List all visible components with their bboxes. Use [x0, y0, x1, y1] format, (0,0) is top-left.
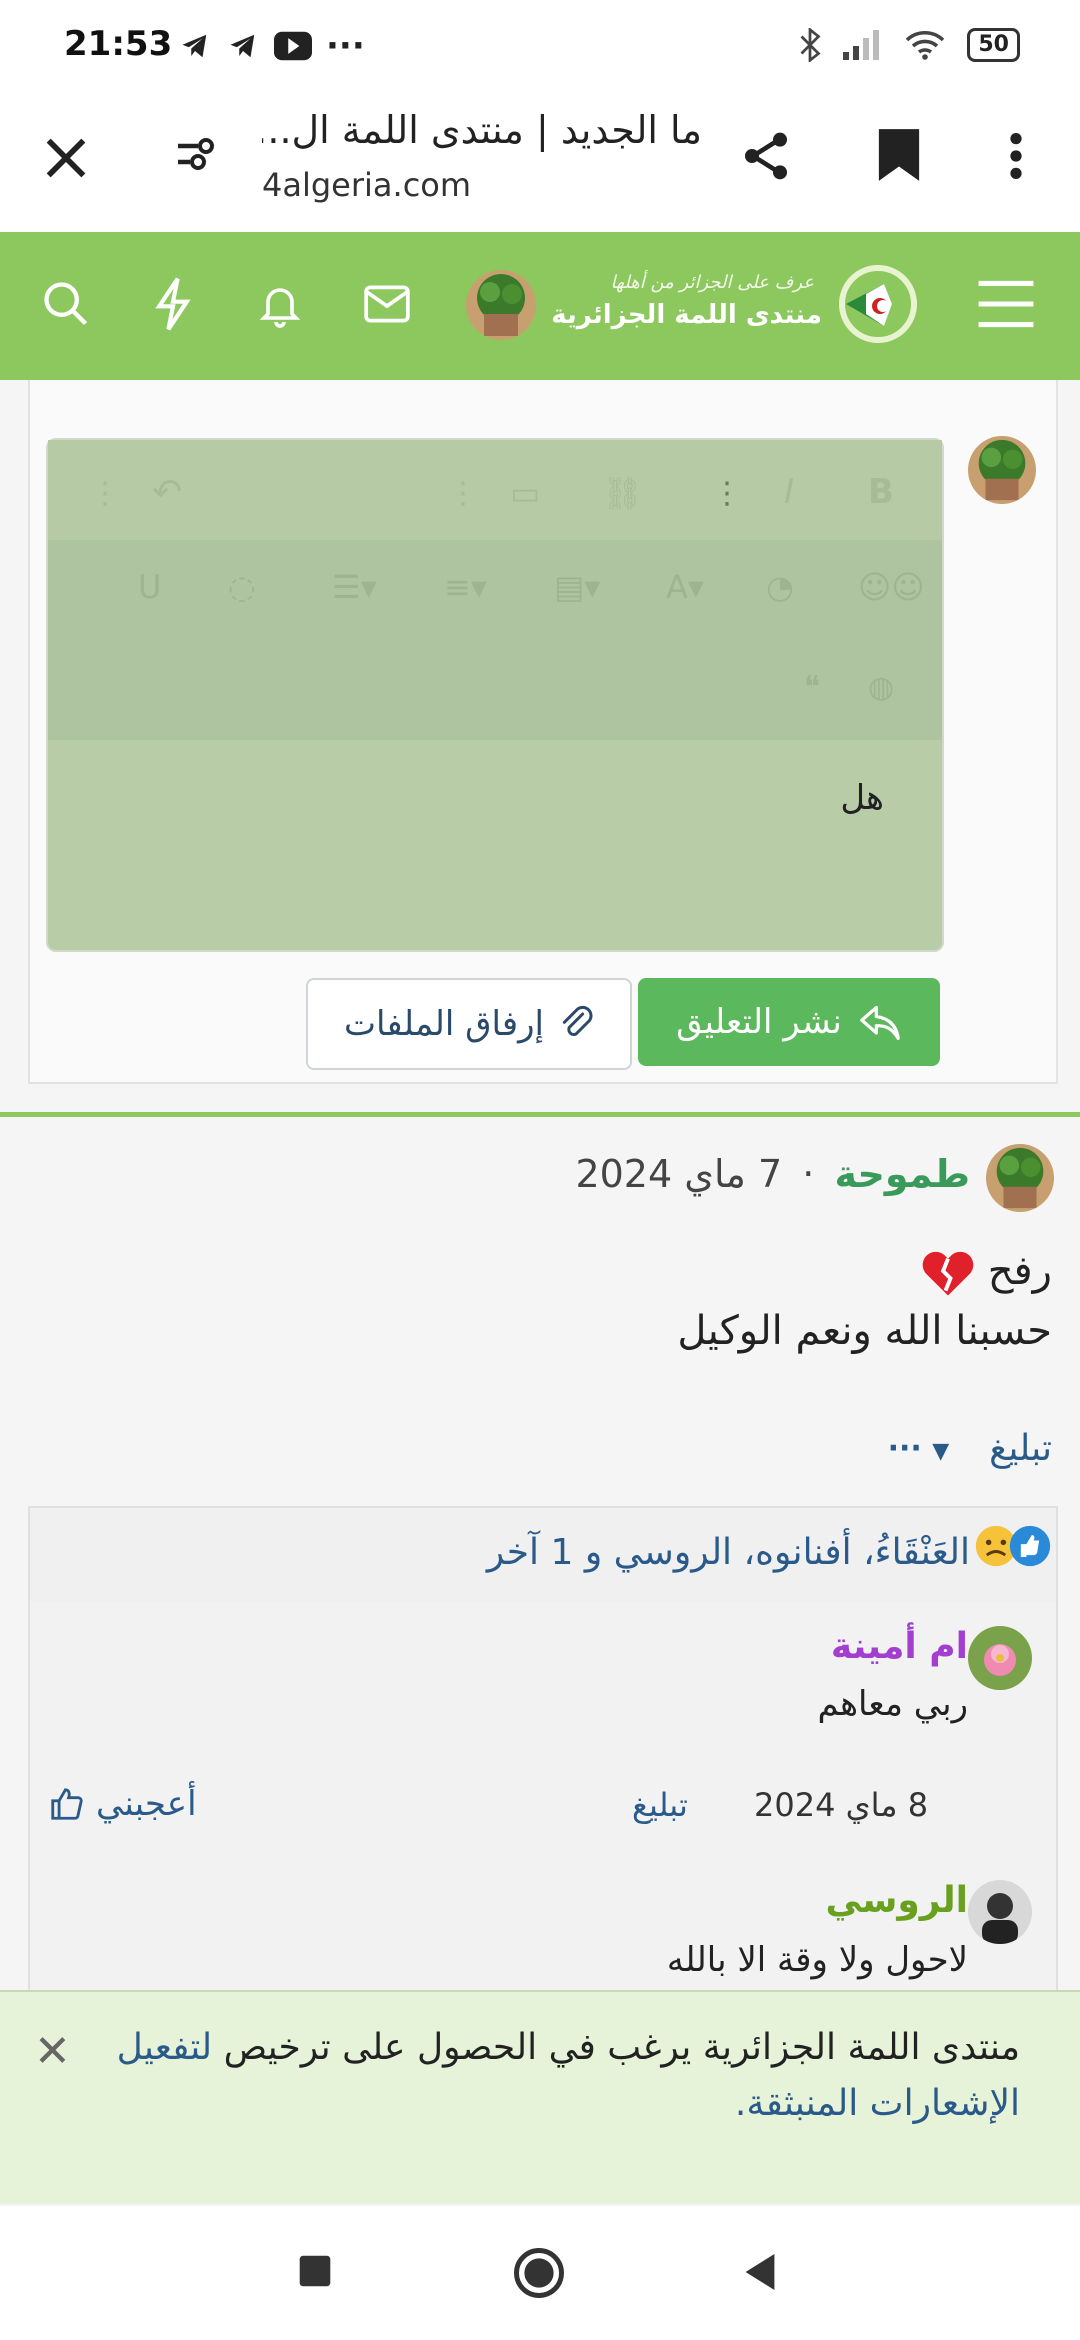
editor-content[interactable]: هل — [840, 778, 884, 818]
signal-icon — [843, 30, 880, 60]
thumbs-up-icon — [51, 1788, 83, 1820]
image-icon[interactable]: ▭ — [510, 474, 540, 512]
post-author-avatar[interactable] — [986, 1144, 1054, 1212]
user-avatar[interactable] — [466, 270, 536, 340]
post-date[interactable]: 7 ماي 2024 — [575, 1152, 782, 1196]
quote-icon[interactable]: ❝ — [804, 670, 820, 705]
more-notifications-icon: ··· — [326, 26, 365, 66]
comment-avatar[interactable] — [968, 1626, 1032, 1690]
mail-icon[interactable] — [362, 282, 412, 326]
search-icon[interactable] — [40, 278, 92, 330]
status-time: 21:53 — [64, 24, 173, 64]
comment-text: ربي معاهم — [817, 1684, 968, 1724]
post-reply-label: نشر التعليق — [676, 1002, 842, 1042]
close-icon[interactable]: ✕ — [34, 2026, 71, 2077]
algeria-flag-logo — [839, 265, 917, 343]
site-header: عرف على الجزائر من أهلها منتدى اللمة الج… — [0, 232, 1080, 380]
post-report-link[interactable]: تبليغ — [989, 1428, 1052, 1469]
undo-icon[interactable]: ↶ — [152, 472, 182, 513]
status-right-icons: 50 — [799, 28, 1020, 62]
post-text-line-2: حسبنا الله ونعم الوكيل — [677, 1308, 1052, 1354]
battery-indicator: 50 — [967, 28, 1020, 62]
home-icon[interactable] — [512, 2246, 566, 2300]
post-header: طموحة · 7 ماي 2024 — [575, 1152, 970, 1196]
wifi-icon — [906, 30, 945, 60]
link-icon[interactable]: ⛓ — [602, 474, 643, 512]
telegram-icon — [230, 34, 255, 58]
spoiler-icon[interactable]: ◍ — [868, 670, 894, 705]
push-permission-text: منتدى اللمة الجزائرية يرغب في الحصول على… — [100, 2020, 1020, 2132]
back-icon[interactable] — [742, 2252, 778, 2292]
insert-icon[interactable]: ▤▾ — [554, 568, 600, 606]
post-line-1: رفح — [918, 1244, 1052, 1298]
page-url[interactable]: 4algeria.com — [262, 166, 471, 204]
comment-like-label: أعجبني — [96, 1784, 197, 1824]
post-more-dropdown[interactable]: ··· ▼ — [888, 1431, 950, 1466]
strike-icon[interactable]: ◌ — [228, 568, 256, 606]
whats-new-icon[interactable] — [150, 276, 196, 332]
site-logo[interactable]: عرف على الجزائر من أهلها منتدى اللمة الج… — [551, 254, 930, 354]
underline-icon[interactable]: U — [138, 568, 161, 606]
hamburger-menu-icon[interactable] — [974, 278, 1038, 330]
editor-toolbar-row-2: U ◌ ☰▾ ≡▾ ▤▾ A▾ ◔ ☺☺ — [48, 540, 942, 640]
close-icon[interactable] — [40, 132, 92, 184]
post-separator: · — [802, 1152, 815, 1196]
emoji-icon[interactable]: ☺☺ — [858, 568, 925, 606]
recent-apps-icon[interactable] — [298, 2254, 332, 2288]
system-nav-bar — [0, 2206, 1080, 2340]
reaction-icons — [974, 1524, 1052, 1568]
list-icon[interactable]: ☰▾ — [332, 568, 377, 606]
font-size-icon[interactable]: A▾ — [666, 568, 704, 606]
comment-report-link[interactable]: تبليغ — [632, 1786, 688, 1824]
page-title: ما الجديد | منتدى اللمة ال... — [262, 108, 702, 152]
more-options-icon[interactable]: ⋮ — [712, 476, 742, 511]
logo-tagline: عرف على الجزائر من أهلها — [610, 272, 814, 293]
youtube-icon — [274, 31, 312, 61]
reply-avatar — [968, 436, 1036, 504]
like-reaction-icon — [1009, 1525, 1051, 1567]
editor-toolbar-row-1: ⋮ ↶ ⋮ ▭ ⛓ ⋮ I B — [48, 440, 942, 540]
status-bar: 21:53 ··· 50 — [0, 0, 1080, 96]
reply-editor[interactable]: ⋮ ↶ ⋮ ▭ ⛓ ⋮ I B U ◌ ☰▾ ≡▾ ▤▾ A▾ ◔ ☺☺ ❝ ◍… — [46, 438, 944, 952]
more-options-icon[interactable]: ⋮ — [90, 476, 120, 511]
share-icon[interactable] — [738, 128, 794, 184]
section-divider — [0, 1112, 1080, 1117]
paperclip-icon — [562, 1005, 593, 1036]
telegram-icon — [182, 34, 207, 58]
comment-like-button[interactable]: أعجبني — [48, 1784, 197, 1824]
post-text-line-1: رفح — [987, 1248, 1052, 1294]
align-icon[interactable]: ≡▾ — [444, 568, 487, 606]
editor-toolbar-row-3: ❝ ◍ — [48, 640, 942, 740]
reactions-list[interactable]: العَنْقَاءُ، أفنانوه، الروسي و 1 آخر — [487, 1532, 970, 1573]
browser-toolbar: ما الجديد | منتدى اللمة ال... 4algeria.c… — [0, 96, 1080, 233]
bell-icon[interactable] — [256, 278, 304, 330]
push-permission-message: منتدى اللمة الجزائرية يرغب في الحصول على… — [212, 2027, 1020, 2068]
bold-icon[interactable]: B — [868, 472, 894, 512]
italic-icon[interactable]: I — [784, 472, 794, 512]
reply-icon — [860, 1005, 900, 1040]
more-options-icon[interactable]: ⋮ — [448, 476, 478, 511]
site-settings-icon[interactable] — [172, 130, 220, 178]
status-left-icons: ··· — [178, 26, 365, 66]
comment-avatar[interactable] — [968, 1880, 1032, 1944]
comment-author[interactable]: ام أمينة — [831, 1626, 968, 1667]
comment-author[interactable]: الروسي — [826, 1880, 968, 1921]
post-author[interactable]: طموحة — [834, 1152, 970, 1196]
bluetooth-icon — [800, 28, 821, 62]
post-reply-button[interactable]: نشر التعليق — [638, 978, 940, 1066]
logo-title: منتدى اللمة الجزائرية — [551, 300, 822, 330]
attach-files-button[interactable]: إرفاق الملفات — [306, 978, 632, 1070]
attach-files-label: إرفاق الملفات — [344, 1004, 544, 1044]
bookmark-icon[interactable] — [876, 126, 922, 184]
comment-text: لاحول ولا وقة الا بالله — [666, 1940, 968, 1980]
post-actions: ··· ▼ تبليغ — [888, 1428, 1052, 1469]
color-icon[interactable]: ◔ — [766, 568, 794, 606]
menu-more-icon[interactable] — [1000, 130, 1032, 182]
comment-date[interactable]: 8 ماي 2024 — [754, 1786, 928, 1824]
broken-heart-icon — [922, 1251, 974, 1296]
